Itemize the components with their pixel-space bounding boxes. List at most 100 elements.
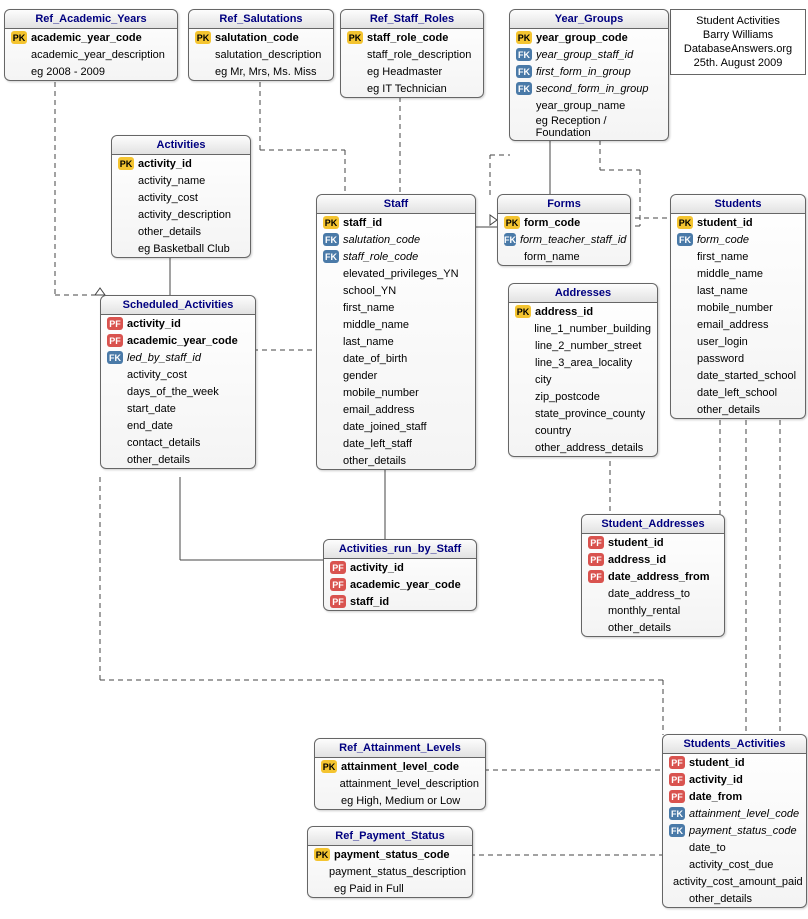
attribute-row: PKacademic_year_code xyxy=(5,29,177,46)
no-key-icon xyxy=(323,420,339,433)
attribute-row: date_to xyxy=(663,839,806,856)
no-key-icon xyxy=(515,407,531,420)
no-key-icon xyxy=(323,284,339,297)
no-key-icon xyxy=(515,424,531,437)
attribute-name: led_by_staff_id xyxy=(127,352,201,364)
no-key-icon xyxy=(107,385,123,398)
attribute-name: student_id xyxy=(608,537,664,549)
no-key-icon xyxy=(323,403,339,416)
attribute-row: PKactivity_id xyxy=(112,155,250,172)
entity-title: Addresses xyxy=(509,284,657,303)
no-key-icon xyxy=(11,65,27,78)
attribute-row: user_login xyxy=(671,333,805,350)
attribute-name: activity_name xyxy=(138,175,205,187)
attribute-name: date_address_from xyxy=(608,571,710,583)
attribute-name: zip_postcode xyxy=(535,391,600,403)
no-key-icon xyxy=(677,301,693,314)
attribute-row: last_name xyxy=(317,333,475,350)
attribute-row: date_joined_staff xyxy=(317,418,475,435)
attribute-row: zip_postcode xyxy=(509,388,657,405)
attribute-name: salutation_code xyxy=(215,32,299,44)
attribute-row: PKstaff_role_code xyxy=(341,29,483,46)
attribute-row: staff_role_description xyxy=(341,46,483,63)
attribute-row: date_address_to xyxy=(582,585,724,602)
attribute-name: year_group_name xyxy=(536,100,625,112)
attribute-name: payment_status_description xyxy=(329,866,466,878)
attribute-name: year_group_code xyxy=(536,32,628,44)
attribute-row: middle_name xyxy=(671,265,805,282)
attribute-name: eg 2008 - 2009 xyxy=(31,66,105,78)
attribute-name: date_left_school xyxy=(697,387,777,399)
entity-ref-salutations: Ref_SalutationsPKsalutation_codesalutati… xyxy=(188,9,334,81)
no-key-icon xyxy=(677,318,693,331)
attribute-name: user_login xyxy=(697,336,748,348)
pf-key-icon: PF xyxy=(669,790,685,803)
no-key-icon xyxy=(107,453,123,466)
attribute-name: start_date xyxy=(127,403,176,415)
entity-ref-attainment-levels: Ref_Attainment_LevelsPKattainment_level_… xyxy=(314,738,486,810)
attribute-row: eg High, Medium or Low xyxy=(315,792,485,809)
pf-key-icon: PF xyxy=(330,561,346,574)
attribute-row: form_name xyxy=(498,248,630,265)
pk-key-icon: PK xyxy=(504,216,520,229)
no-key-icon xyxy=(323,454,339,467)
attribute-name: line_1_number_building xyxy=(534,323,651,335)
no-key-icon xyxy=(677,386,693,399)
attribute-name: first_name xyxy=(343,302,394,314)
attribute-name: other_details xyxy=(343,455,406,467)
attribute-row: gender xyxy=(317,367,475,384)
entity-students-activities: Students_ActivitiesPFstudent_id PF activit… xyxy=(662,734,807,908)
attribute-name: attainment_level_code xyxy=(689,808,799,820)
entity-year-groups: Year_GroupsPKyear_group_codeFKyear_group… xyxy=(509,9,669,141)
fk-key-icon: FK xyxy=(504,233,516,246)
attribute-name: city xyxy=(535,374,552,386)
fk-key-icon: FK xyxy=(677,233,693,246)
attribute-row: other_details xyxy=(671,401,805,418)
attribute-name: elevated_privileges_YN xyxy=(343,268,459,280)
attribute-name: address_id xyxy=(608,554,666,566)
entity-title: Scheduled_Activities xyxy=(101,296,255,315)
attribute-row: other_details xyxy=(663,890,806,907)
fk-key-icon: FK xyxy=(107,351,123,364)
attribute-row: monthly_rental xyxy=(582,602,724,619)
entity-title: Students_Activities xyxy=(663,735,806,754)
attribute-row: FKsecond_form_in_group xyxy=(510,80,668,97)
attribute-name: form_name xyxy=(524,251,580,263)
entity-title: Ref_Staff_Roles xyxy=(341,10,483,29)
attribute-row: PKattainment_level_code xyxy=(315,758,485,775)
attribute-row: activity_cost_amount_paid xyxy=(663,873,806,890)
attribute-row: mobile_number xyxy=(671,299,805,316)
attribute-row: PFstudent_id xyxy=(663,754,806,771)
attribute-name: state_province_county xyxy=(535,408,645,420)
no-key-icon xyxy=(677,369,693,382)
attribute-name: other_details xyxy=(608,622,671,634)
attribute-name: eg Basketball Club xyxy=(138,243,230,255)
entity-title: Ref_Salutations xyxy=(189,10,333,29)
no-key-icon xyxy=(314,882,330,895)
attribute-row: PFstudent_id xyxy=(582,534,724,551)
no-key-icon xyxy=(321,777,336,790)
attribute-name: eg High, Medium or Low xyxy=(341,795,460,807)
attribute-row: eg 2008 - 2009 xyxy=(5,63,177,80)
attribute-row: academic_year_description xyxy=(5,46,177,63)
pk-key-icon: PK xyxy=(11,31,27,44)
attribute-name: other_details xyxy=(689,893,752,905)
no-key-icon xyxy=(669,892,685,905)
attribute-row: email_address xyxy=(671,316,805,333)
no-key-icon xyxy=(677,250,693,263)
attribute-row: other_details xyxy=(582,619,724,636)
no-key-icon xyxy=(323,335,339,348)
attribute-name: days_of_the_week xyxy=(127,386,219,398)
attribute-row: middle_name xyxy=(317,316,475,333)
attribute-row: other_address_details xyxy=(509,439,657,456)
no-key-icon xyxy=(347,82,363,95)
attribute-name: email_address xyxy=(697,319,769,331)
no-key-icon xyxy=(118,225,134,238)
entity-title: Students xyxy=(671,195,805,214)
attribute-name: activity_description xyxy=(138,209,231,221)
attribute-row: activity_cost_due xyxy=(663,856,806,873)
entity-title: Activities_run_by_Staff xyxy=(324,540,476,559)
attribute-row: FKfirst_form_in_group xyxy=(510,63,668,80)
pf-key-icon: PF xyxy=(107,317,123,330)
attribute-row: eg Mr, Mrs, Ms. Miss xyxy=(189,63,333,80)
